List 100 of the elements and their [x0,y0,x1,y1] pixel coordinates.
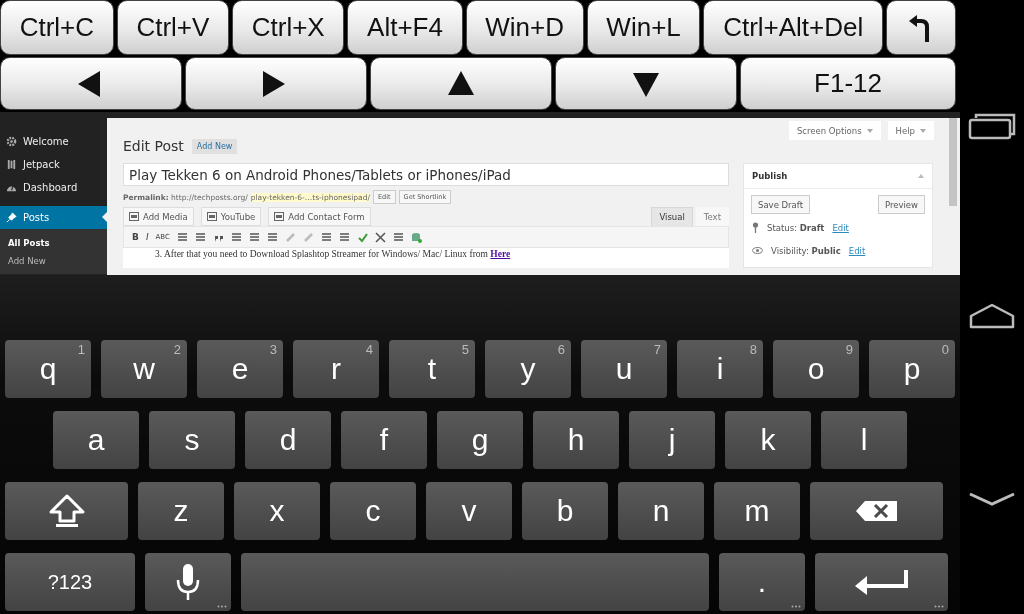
number-hint: 8 [749,342,757,357]
eye-icon [752,247,763,254]
key[interactable]: g [437,411,523,469]
key[interactable]: c [330,482,416,540]
key[interactable]: q 1 [5,340,91,398]
key[interactable]: k [725,411,811,469]
key[interactable]: z [138,482,224,540]
symbols-key[interactable]: ?123 [5,553,135,611]
number-hint: 4 [365,342,373,357]
key[interactable]: y 6 [485,340,571,398]
key[interactable]: r 4 [293,340,379,398]
sidebar-item[interactable]: Dashboard [0,176,107,199]
add-new-button[interactable]: Add New [191,138,238,154]
title-field[interactable]: Play Tekken 6 on Android Phones/Tablets or iPhones/iPad [123,163,729,186]
editor-tab[interactable]: Text [695,207,729,226]
shortcut-key[interactable]: Alt+F4 [347,0,463,55]
shortcut-key[interactable]: Ctrl+Alt+Del [703,0,883,55]
media-button[interactable]: YouTube [200,207,262,226]
key[interactable]: n [618,482,704,540]
page-title: Edit Post [123,138,184,154]
shift-key[interactable] [5,482,128,540]
content-line: 3. After that you need to Download Splashtop Streamer for Windows/ Mac/ Linux from Here [155,248,512,260]
pin-icon [752,222,759,233]
enter-key[interactable] [815,553,948,611]
key[interactable]: v [426,482,512,540]
shortcut-key[interactable]: F1-12 [740,57,956,110]
edit-link[interactable]: Edit [832,222,849,233]
collapse-caret-icon[interactable] [918,174,924,178]
number-hint: 7 [653,342,661,357]
sidebar-item[interactable]: Jetpack [0,153,107,176]
up-arrow-key[interactable] [370,57,553,110]
recent-apps-icon[interactable] [968,112,1016,140]
help-button[interactable]: Help [887,121,934,140]
spellcheck-icon[interactable] [356,231,368,243]
list-icon[interactable] [176,231,188,243]
submenu-item[interactable]: All Posts [0,234,107,252]
bracket-icon [6,159,17,170]
enter-arrow-icon [853,569,910,595]
editor-tab[interactable]: Visual [651,207,693,226]
left-arrow-key[interactable] [0,57,182,110]
key[interactable]: i 8 [677,340,763,398]
number-hint: 9 [845,342,853,357]
publish-status-text: Visibility: Public [771,245,841,256]
right-arrow-key[interactable] [185,57,368,110]
number-hint: 6 [557,342,565,357]
key[interactable]: m [714,482,800,540]
publish-status-text: Status: Draft [767,222,825,233]
pushpin-icon [6,212,17,223]
home-icon[interactable] [968,303,1016,329]
key[interactable]: p 0 [869,340,955,398]
back-arrow-key[interactable] [885,0,956,55]
number-hint: 2 [173,342,181,357]
publish-button[interactable]: Preview [877,195,925,214]
back-chevron-icon[interactable] [968,492,1016,506]
edit-link[interactable]: Edit [848,245,866,256]
key[interactable]: j [629,411,715,469]
microphone-icon [175,563,201,601]
key[interactable]: d [245,411,331,469]
key[interactable]: w 2 [101,340,187,398]
screen-options-button[interactable]: Screen Options [788,121,881,140]
key[interactable]: u 7 [581,340,667,398]
shortcut-key[interactable]: Win+D [465,0,584,55]
key[interactable]: h [533,411,619,469]
number-hint: 1 [77,342,85,357]
media-button[interactable]: Add Contact Form [268,207,371,226]
shortcut-key[interactable]: Win+L [586,0,701,55]
key[interactable]: f [341,411,427,469]
shortcut-key[interactable]: Ctrl+V [116,0,230,55]
number-hint: 3 [269,342,277,357]
microphone-key[interactable] [145,553,231,611]
backspace-key[interactable] [810,482,943,540]
down-arrow-key[interactable] [555,57,738,110]
publish-button[interactable]: Save Draft [751,195,810,214]
key[interactable]: o 9 [773,340,859,398]
media-button[interactable]: Add Media [123,207,194,226]
backspace-icon [854,500,899,522]
shortcut-key[interactable]: Ctrl+C [0,0,114,55]
here-link[interactable]: Here [490,249,511,259]
key[interactable]: e 3 [197,340,283,398]
publish-title: Publish [752,171,788,181]
format-button[interactable]: I [145,232,149,242]
shortcut-key[interactable]: Ctrl+X [232,0,345,55]
sidebar-item[interactable]: Posts [0,206,107,229]
database-icon[interactable] [410,231,422,243]
key[interactable]: . [719,553,805,611]
caret-icon [920,128,926,133]
number-hint: 0 [941,342,949,357]
gear-icon [6,136,17,147]
key[interactable]: s [149,411,235,469]
sidebar-item[interactable]: Welcome [0,130,107,153]
key[interactable]: x [234,482,320,540]
submenu-item[interactable]: Add New [0,252,107,270]
key[interactable]: b [522,482,608,540]
format-button[interactable]: B [132,232,139,242]
key[interactable]: l [821,411,907,469]
key[interactable]: t 5 [389,340,475,398]
shift-arrow-icon [47,494,86,528]
caret-icon [866,128,873,133]
media-icon [129,212,139,221]
key[interactable]: a [53,411,139,469]
